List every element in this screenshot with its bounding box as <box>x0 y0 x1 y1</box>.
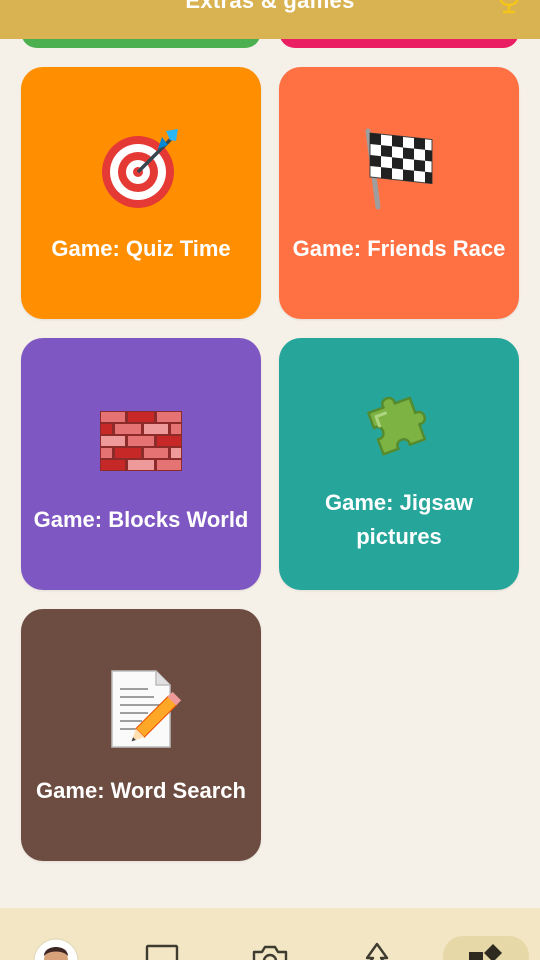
game-card-jigsaw-pictures[interactable]: Game: Jigsaw pictures <box>279 338 519 590</box>
game-card-label: Game: Jigsaw pictures <box>325 490 473 549</box>
game-card-label: Game: Word Search <box>36 778 246 803</box>
camera-icon <box>252 945 288 960</box>
checkered-flag-icon <box>279 125 519 211</box>
book-icon <box>145 944 179 960</box>
extras-icon <box>469 944 502 960</box>
nav-tree[interactable] <box>357 938 397 960</box>
app-header: Extras & games <box>0 0 540 39</box>
trophy-icon[interactable] <box>496 0 522 14</box>
bottom-navigation <box>0 908 540 960</box>
puzzle-piece-icon <box>279 378 519 464</box>
game-card-friends-race[interactable]: Game: Friends Race <box>279 67 519 319</box>
game-card-label: Game: Blocks World <box>33 507 249 532</box>
avatar-icon <box>33 938 79 960</box>
memo-pencil-icon <box>21 667 261 753</box>
nav-book[interactable] <box>142 938 182 960</box>
brick-icon <box>21 398 261 484</box>
screen: Extras & games Game: Quiz Time Game: Fri… <box>0 0 540 960</box>
game-card-word-search[interactable]: Game: Word Search <box>21 609 261 861</box>
nav-camera[interactable] <box>250 938 290 960</box>
game-card-blocks-world[interactable]: Game: Blocks World <box>21 338 261 590</box>
tree-icon <box>365 942 389 960</box>
game-card-quiz-time[interactable]: Game: Quiz Time <box>21 67 261 319</box>
nav-extras[interactable] <box>466 938 506 960</box>
dart-target-icon <box>21 125 261 211</box>
game-card-label: Game: Quiz Time <box>51 236 231 261</box>
game-card-label: Game: Friends Race <box>292 236 506 261</box>
nav-avatar[interactable] <box>33 938 79 960</box>
page-title: Extras & games <box>185 0 355 13</box>
